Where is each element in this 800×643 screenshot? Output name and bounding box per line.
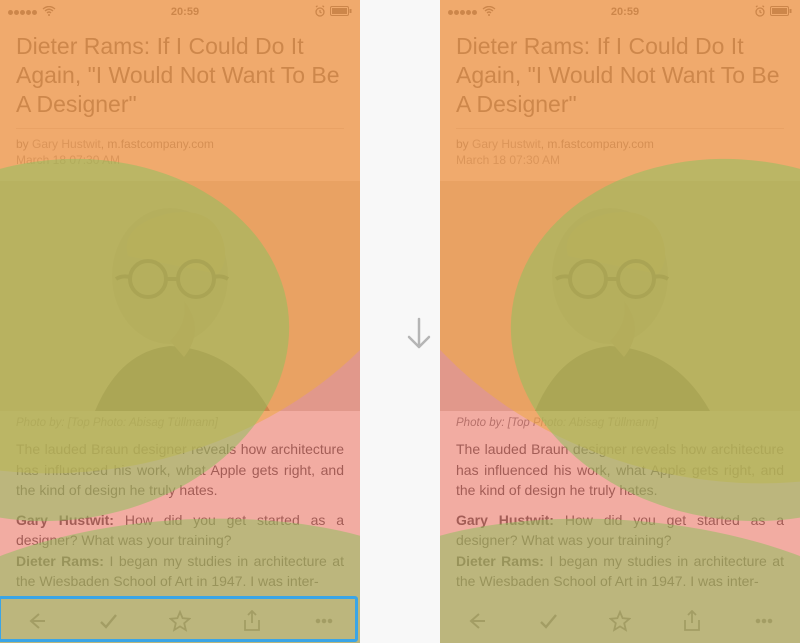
phone-screenshot-right: 20:59 Dieter Rams: If I Could Do It Agai… [440, 0, 800, 643]
heatmap-overlay [440, 0, 800, 643]
down-arrow-icon [394, 310, 444, 360]
phone-screenshot-left: 20:59 Dieter Rams: If I Could Do It Agai… [0, 0, 360, 643]
heatmap-overlay [0, 0, 360, 643]
